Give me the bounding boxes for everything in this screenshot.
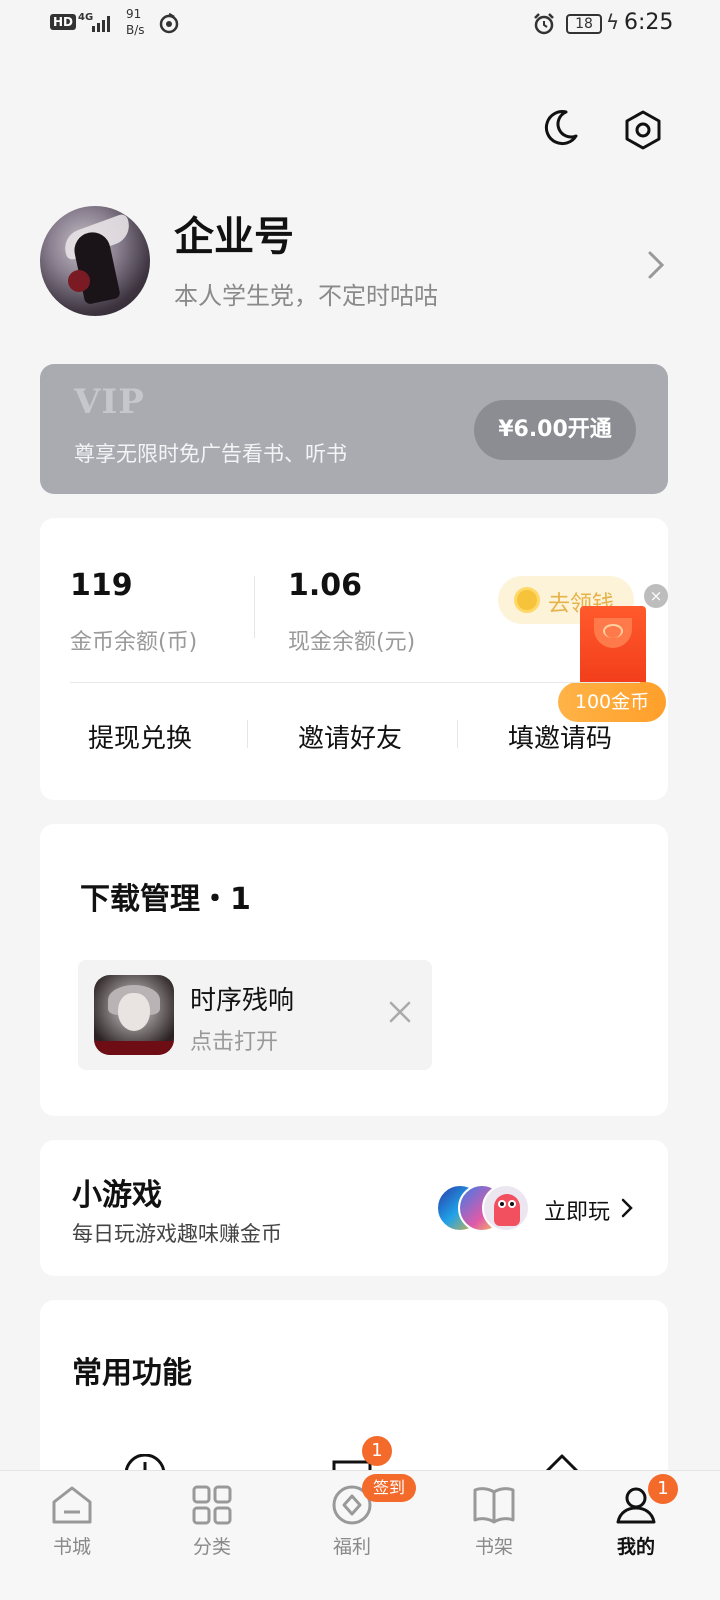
grid-icon (192, 1485, 232, 1525)
nav-label: 书城 (52, 1536, 91, 1558)
close-icon[interactable] (388, 1000, 412, 1024)
chevron-right-icon[interactable] (620, 1198, 634, 1218)
divider (457, 720, 458, 748)
download-item-status: 点击打开 (190, 1030, 279, 1055)
notification-badge: 1 (362, 1436, 392, 1466)
withdraw-button[interactable]: 提现兑换 (88, 718, 192, 755)
network-type: 4G (78, 12, 94, 23)
moon-icon[interactable] (540, 108, 580, 148)
mini-games-title: 小游戏 (72, 1178, 162, 1213)
download-item-name: 时序残响 (190, 986, 295, 1016)
vip-open-button[interactable]: ¥6.00开通 (474, 400, 636, 460)
sign-in-tag[interactable]: 签到 (362, 1474, 416, 1502)
game-avatar (482, 1184, 530, 1232)
mini-games-subtitle: 每日玩游戏趣味赚金币 (72, 1222, 282, 1246)
book-icon (473, 1487, 515, 1524)
red-packet-reward[interactable]: 100金币 (558, 682, 666, 722)
alarm-icon (534, 13, 554, 35)
common-functions-title: 常用功能 (72, 1356, 192, 1391)
username[interactable]: 企业号 (174, 204, 294, 262)
play-now-button[interactable]: 立即玩 (544, 1194, 610, 1226)
home-icon (52, 1486, 92, 1524)
notification-badge: 1 (648, 1474, 678, 1504)
divider (254, 576, 255, 638)
wallet-card (40, 518, 668, 800)
chevron-right-icon[interactable] (644, 250, 668, 280)
divider (70, 682, 640, 683)
nav-label: 福利 (332, 1536, 371, 1558)
cash-balance[interactable]: 1.06 (288, 568, 362, 603)
app-icon[interactable] (94, 975, 174, 1055)
nav-label: 书架 (474, 1536, 513, 1558)
clock: 6:25 (624, 10, 674, 35)
coin-balance-label: 金币余额(币) (70, 630, 198, 655)
nav-category[interactable]: 分类 (162, 1470, 262, 1570)
status-bar: HD 4G 91 B/s 18 ϟ 6:25 (0, 0, 720, 50)
signal-icon (92, 16, 110, 32)
vip-title: VIP (74, 382, 145, 422)
red-packet-seal (603, 624, 623, 638)
net-speed: 91 B/s (126, 7, 145, 37)
nav-label: 我的 (616, 1536, 655, 1558)
hd-indicator: HD (50, 14, 77, 30)
sync-icon (159, 12, 179, 34)
vip-description: 尊享无限时免广告看书、听书 (74, 442, 347, 466)
gear-icon[interactable] (624, 110, 662, 150)
divider (247, 720, 248, 748)
battery-level: 18 (566, 14, 602, 34)
coin-balance[interactable]: 119 (70, 568, 133, 603)
nav-bookshelf[interactable]: 书架 (444, 1470, 544, 1570)
nav-label: 分类 (192, 1536, 231, 1558)
nav-bookstore[interactable]: 书城 (22, 1470, 122, 1570)
charging-icon: ϟ (606, 10, 620, 34)
close-icon[interactable]: × (644, 584, 668, 608)
cash-balance-label: 现金余额(元) (288, 630, 416, 655)
download-title[interactable]: 下载管理・1 (80, 874, 251, 918)
invite-friends-button[interactable]: 邀请好友 (298, 718, 402, 755)
user-bio: 本人学生党，不定时咕咕 (174, 282, 438, 310)
avatar[interactable] (40, 206, 150, 316)
enter-invite-code-button[interactable]: 填邀请码 (508, 718, 612, 755)
coin-icon (514, 587, 540, 613)
